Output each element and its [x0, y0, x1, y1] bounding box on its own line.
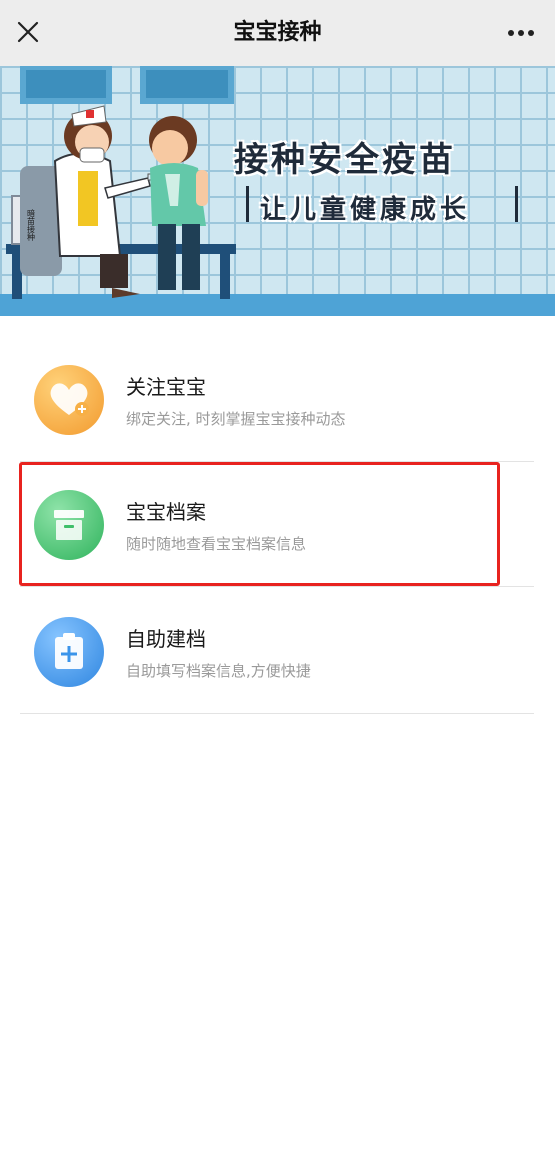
banner-subtitle: 让儿童健康成长: [260, 195, 471, 225]
menu-item-title: 自助建档: [126, 627, 206, 651]
clipboard-plus-icon: [34, 617, 104, 687]
page-title: 宝宝接种: [233, 20, 322, 45]
menu-item-desc: 自助填写档案信息,方便快捷: [126, 662, 311, 680]
menu-item-follow-baby[interactable]: 关注宝宝 绑定关注, 时刻掌握宝宝接种动态: [20, 337, 534, 462]
board-text: 暗苗接种: [27, 208, 36, 242]
menu-item-desc: 绑定关注, 时刻掌握宝宝接种动态: [126, 410, 346, 428]
banner-title: 接种安全疫苗: [234, 140, 456, 180]
top-bar: 宝宝接种: [0, 0, 555, 66]
heart-plus-icon: [34, 365, 104, 435]
vaccination-banner: 暗苗接种 接种安全疫苗 让儿童健康成长: [0, 66, 555, 316]
more-icon: [508, 30, 534, 36]
menu-item-title: 关注宝宝: [126, 375, 206, 399]
more-button[interactable]: [501, 16, 541, 50]
menu-item-self-registration[interactable]: 自助建档 自助填写档案信息,方便快捷: [20, 589, 534, 714]
highlight-box: [19, 462, 500, 586]
